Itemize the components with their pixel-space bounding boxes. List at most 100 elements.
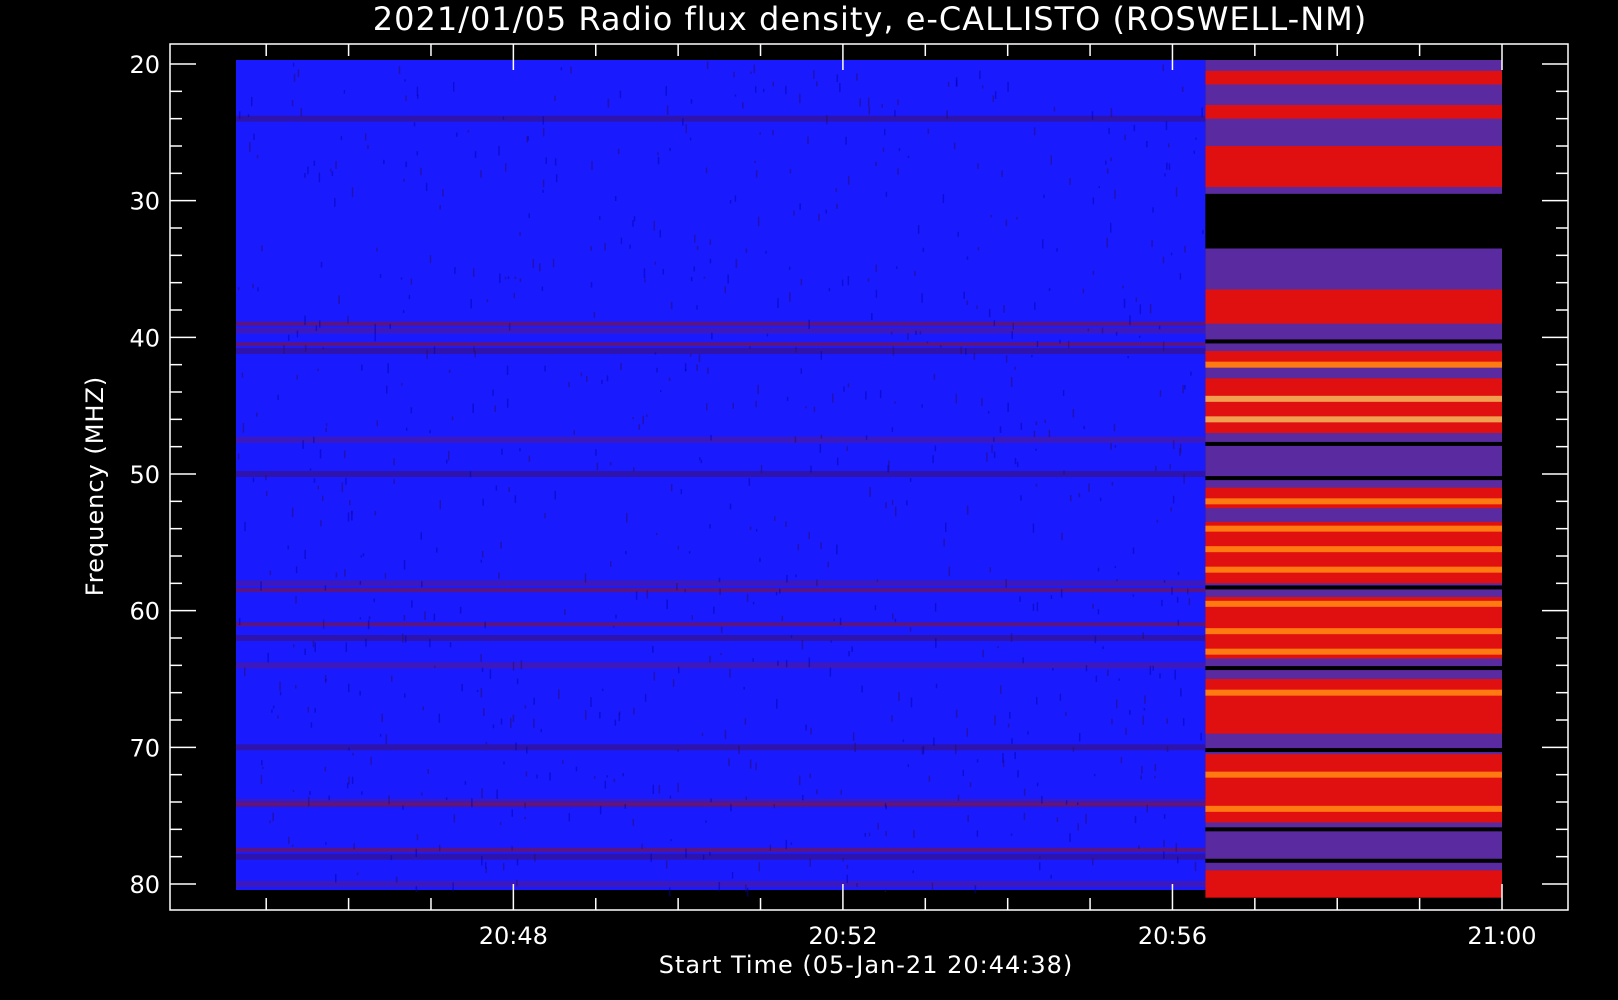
noise-speckle [619,90,622,99]
noise-speckle [426,349,428,360]
noise-speckle [709,258,712,264]
noise-speckle [498,145,500,156]
noise-speckle [881,104,883,108]
noise-speckle [1127,355,1129,359]
noise-speckle [867,278,870,282]
noise-speckle [272,812,274,822]
noise-speckle [356,872,359,876]
noise-speckle [386,385,388,394]
noise-speckle [352,752,354,756]
noise-speckle [926,341,929,344]
noise-speckle [868,832,871,837]
noise-speckle [885,191,888,197]
noise-speckle [982,649,984,658]
noise-speckle [1023,812,1026,820]
dark-band [236,348,1206,354]
noise-speckle [1158,325,1161,330]
noise-speckle [1166,718,1168,724]
noise-speckle [730,804,732,812]
noise-speckle [1162,341,1165,352]
noise-speckle [470,298,472,309]
noise-speckle [654,261,657,265]
noise-speckle [528,455,531,462]
noise-speckle [845,136,847,145]
noise-speckle [932,455,934,464]
noise-speckle [256,154,259,159]
noise-speckle [1014,366,1016,370]
noise-speckle [847,175,850,185]
noise-speckle [359,580,362,585]
noise-speckle [1149,304,1152,314]
noise-speckle [919,331,922,335]
noise-speckle [304,648,306,656]
noise-speckle [819,444,822,453]
noise-speckle [287,334,290,341]
noise-speckle [735,258,738,268]
noise-speckle [456,132,458,137]
noise-speckle [1052,667,1054,671]
noise-speckle [609,561,612,567]
noise-speckle [351,187,354,198]
red-band [1205,754,1502,823]
noise-speckle [877,822,879,830]
noise-speckle [1062,390,1065,396]
noise-speckle [882,147,885,152]
noise-speckle [757,384,759,394]
noise-speckle [420,532,422,540]
noise-speckle [677,782,679,793]
noise-speckle [1133,124,1136,132]
noise-speckle [657,152,659,156]
noise-speckle [685,123,687,134]
noise-speckle [976,759,979,763]
noise-speckle [1088,483,1090,492]
noise-speckle [1140,775,1142,780]
noise-speckle [452,81,455,92]
noise-speckle [816,579,818,587]
noise-speckle [615,614,617,619]
noise-speckle [467,129,470,133]
noise-speckle [398,65,401,74]
noise-speckle [981,85,984,89]
noise-speckle [705,167,708,174]
noise-speckle [511,809,513,817]
noise-speckle [445,797,448,800]
noise-speckle [331,171,334,177]
noise-speckle [1138,845,1140,849]
noise-speckle [446,459,448,464]
noise-speckle [829,667,832,677]
noise-speckle [655,532,658,536]
noise-speckle [974,885,977,894]
noise-speckle [321,495,324,502]
noise-speckle [340,136,343,141]
noise-speckle [516,859,519,866]
bright-band [1205,648,1502,655]
noise-speckle [480,654,482,662]
noise-speckle [464,781,467,785]
noise-speckle [755,170,758,178]
noise-speckle [999,685,1002,694]
noise-speckle [690,276,693,282]
noise-speckle [1011,331,1013,340]
noise-speckle [395,876,398,883]
noise-speckle [312,640,315,648]
noise-speckle [554,95,556,101]
noise-speckle [856,73,858,81]
noise-speckle [1048,429,1051,438]
noise-speckle [632,220,634,227]
noise-speckle [705,403,708,411]
noise-speckle [1092,270,1095,275]
noise-speckle [347,315,349,324]
noise-speckle [376,247,378,252]
noise-speckle [542,189,544,193]
noise-speckle [760,465,763,474]
noise-speckle [1122,285,1124,289]
noise-speckle [841,279,844,286]
noise-speckle [404,693,406,698]
bright-band [1205,395,1502,402]
noise-speckle [913,829,915,838]
noise-speckle [265,475,267,481]
noise-speckle [404,635,407,643]
noise-speckle [914,270,916,276]
noise-speckle [277,394,279,401]
noise-speckle [389,323,391,329]
